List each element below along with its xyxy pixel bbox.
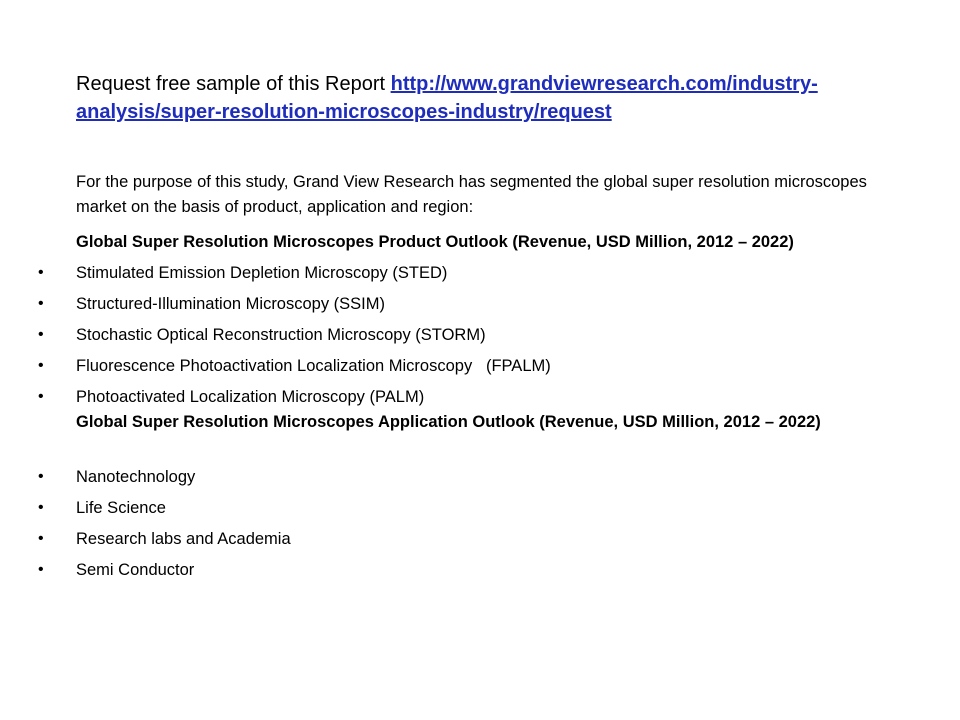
list-item-text: Fluorescence Photoactivation Localizatio… [76, 357, 551, 375]
list-item: • Research labs and Academia [0, 528, 900, 559]
list-item-text: Photoactivated Localization Microscopy (… [76, 388, 425, 406]
application-outlook-list: • Nanotechnology • Life Science • Research … [0, 466, 900, 590]
list-item-text: Structured-Illumination Microscopy (SSIM… [76, 295, 386, 313]
list-item-text: Nanotechnology [76, 468, 196, 486]
request-sample-paragraph: Request free sample of this Report http:… [76, 70, 896, 126]
bullet-icon: • [38, 561, 44, 578]
list-item: • Nanotechnology [0, 466, 900, 497]
list-item: • Fluorescence Photoactivation Localizati… [0, 355, 900, 386]
list-item-text: Life Science [76, 499, 166, 517]
list-item: • Structured-Illumination Microscopy (SSI… [0, 293, 900, 324]
bullet-icon: • [38, 295, 44, 312]
list-item-text: Stimulated Emission Depletion Microscopy… [76, 264, 448, 282]
list-item: • Semi Conductor [0, 559, 900, 590]
bullet-icon: • [38, 326, 44, 343]
list-item-text: Research labs and Academia [76, 530, 291, 548]
product-outlook-heading: Global Super Resolution Microscopes Prod… [76, 233, 794, 251]
bullet-icon: • [38, 264, 44, 281]
product-outlook-list: • Stimulated Emission Depletion Microscop… [0, 262, 900, 417]
list-item: • Stimulated Emission Depletion Microscop… [0, 262, 900, 293]
bullet-icon: • [38, 388, 44, 405]
list-item-text: Semi Conductor [76, 561, 195, 579]
slide: Request free sample of this Report http:… [0, 0, 960, 720]
list-item: • Life Science [0, 497, 900, 528]
bullet-icon: • [38, 499, 44, 516]
bullet-icon: • [38, 468, 44, 485]
list-item: • Stochastic Optical Reconstruction Micro… [0, 324, 900, 355]
request-sample-prefix: Request free sample of this Report [76, 73, 391, 95]
bullet-icon: • [38, 530, 44, 547]
list-item-text: Stochastic Optical Reconstruction Micros… [76, 326, 486, 344]
application-outlook-heading: Global Super Resolution Microscopes Appl… [76, 413, 821, 431]
intro-paragraph: For the purpose of this study, Grand Vie… [76, 173, 867, 216]
bullet-icon: • [38, 357, 44, 374]
